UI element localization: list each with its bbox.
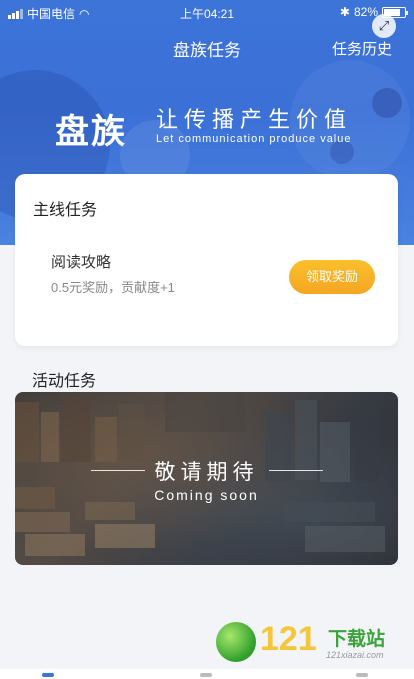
banner-title: 敬请期待 [154, 461, 259, 484]
status-bar: 中国电信 ◠ 上午04:21 ✱ 82% [0, 0, 414, 24]
bottom-tab-bar [0, 669, 414, 679]
main-task-section-title: 主线任务 [33, 202, 98, 219]
task-page: 中国电信 ◠ 上午04:21 ✱ 82% ⤢ 盘族任务 任务历史 盘族 让传播产… [0, 0, 414, 679]
main-task-card: 主线任务 阅读攻略 0.5元奖励，贡献度+1 领取奖励 [15, 174, 398, 346]
tab-home-icon[interactable] [42, 673, 54, 677]
banner-subtitle: Coming soon [154, 487, 259, 503]
slogan: 让传播产生价值 [156, 107, 353, 132]
task-name: 阅读攻略 [51, 254, 112, 271]
watermark-url: 121xiazai.com [326, 650, 384, 660]
watermark-number: 121 [260, 620, 317, 658]
coming-soon-banner[interactable]: 敬请期待 Coming soon [15, 392, 398, 565]
watermark-text: 下载站 [328, 629, 386, 650]
status-right: ✱ 82% [339, 5, 408, 19]
task-history-link[interactable]: 任务历史 [332, 38, 392, 59]
site-watermark: 121 下载站 121xiazai.com [216, 620, 396, 666]
expand-icon[interactable]: ⤢ [372, 14, 396, 38]
divider-line-right [269, 470, 323, 471]
claim-reward-button[interactable]: 领取奖励 [289, 260, 375, 294]
tab-profile-icon[interactable] [356, 673, 368, 677]
task-reward-desc: 0.5元奖励，贡献度+1 [51, 280, 175, 295]
activity-section-title: 活动任务 [32, 373, 97, 390]
slogan-english: Let communication produce value [156, 133, 352, 145]
watermark-logo-icon [216, 622, 256, 662]
brand-logo-text: 盘族 [55, 113, 127, 151]
tab-middle-icon[interactable] [200, 673, 212, 677]
bluetooth-icon: ✱ [339, 5, 350, 19]
